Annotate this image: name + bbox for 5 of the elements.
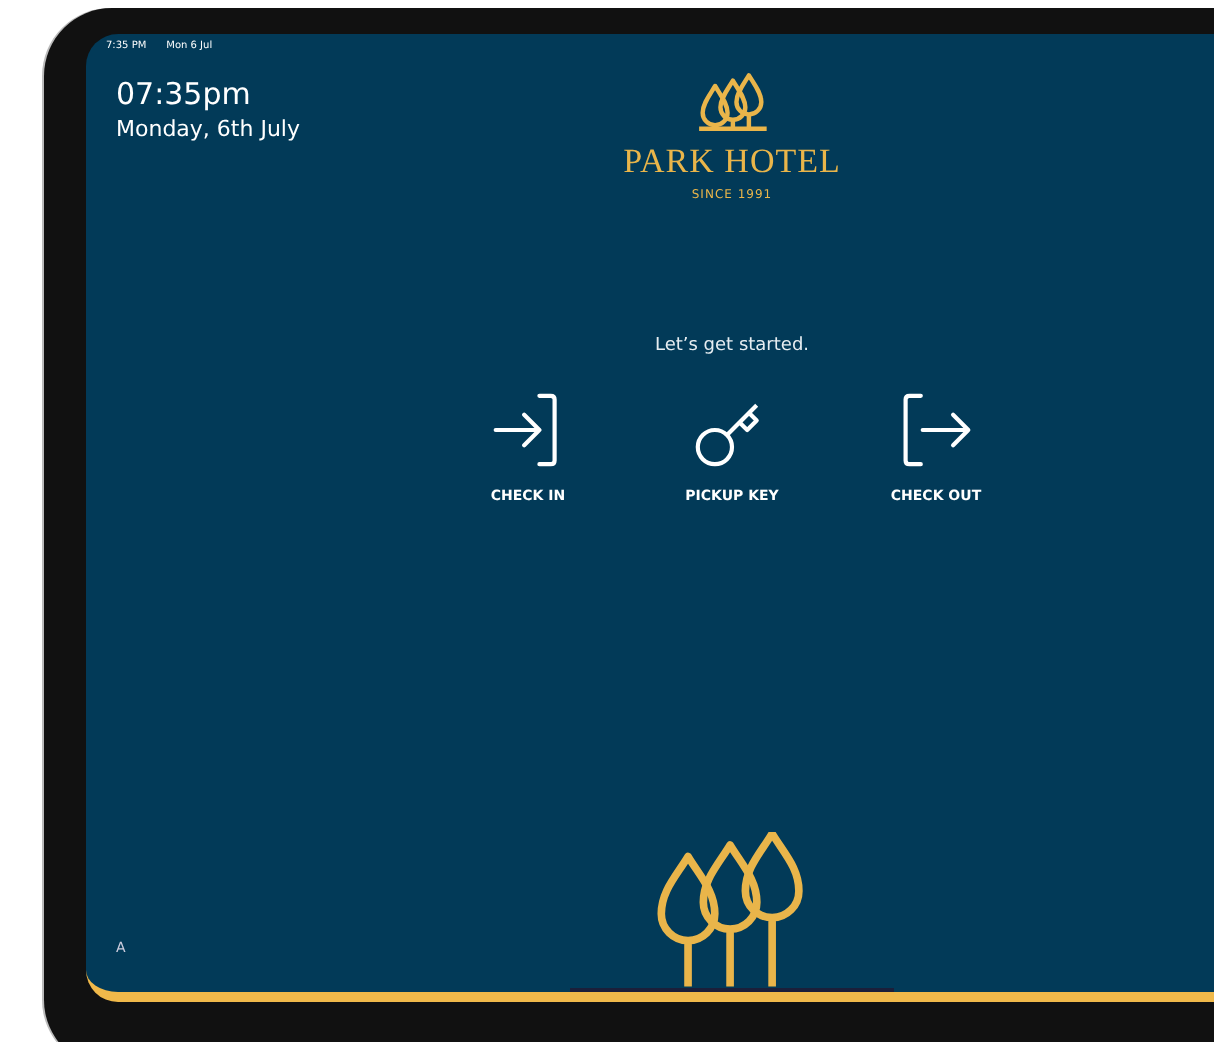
clock-date: Monday, 6th July xyxy=(116,116,302,142)
logout-arrow-icon xyxy=(898,392,974,468)
clock-time: 07:35pm xyxy=(116,76,253,112)
prompt-text: Let’s get started. xyxy=(652,336,812,356)
hotel-name: PARK HOTEL xyxy=(623,142,841,182)
